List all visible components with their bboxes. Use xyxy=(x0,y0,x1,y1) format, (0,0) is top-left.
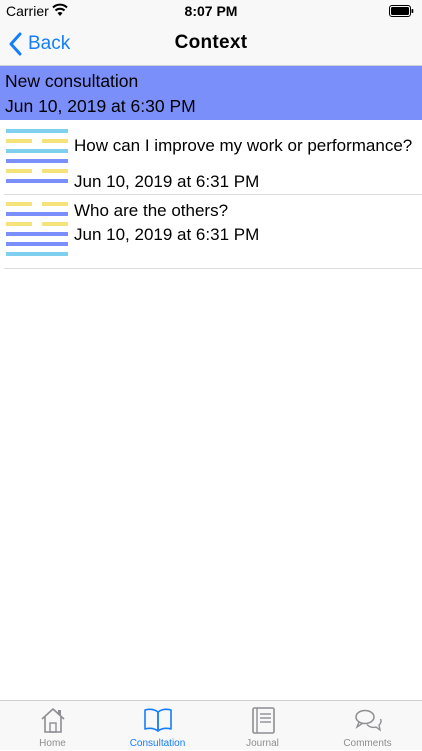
new-consultation-title: New consultation xyxy=(5,71,139,91)
tab-home[interactable]: Home xyxy=(0,701,105,751)
tab-comments[interactable]: Comments xyxy=(315,701,420,751)
consultation-date: Jun 10, 2019 at 6:31 PM xyxy=(74,225,260,244)
list-item[interactable]: How can I improve my work or performance… xyxy=(0,122,422,196)
tab-label: Comments xyxy=(343,738,392,749)
hexagram-icon xyxy=(6,202,68,256)
home-icon xyxy=(41,708,65,733)
navigation-bar: Back Context xyxy=(0,22,422,66)
tab-label: Consultation xyxy=(129,738,186,749)
new-consultation-row[interactable]: New consultation Jun 10, 2019 at 6:30 PM xyxy=(0,66,422,120)
book-icon xyxy=(144,708,172,732)
page-title: Context xyxy=(174,32,248,53)
tab-label: Journal xyxy=(246,738,279,749)
status-time: 8:07 PM xyxy=(184,3,238,19)
tab-label: Home xyxy=(39,738,66,749)
comments-icon xyxy=(355,709,382,732)
status-bar: Carrier 8:07 PM xyxy=(0,0,422,22)
consultation-question: Who are the others? xyxy=(74,201,229,220)
tab-consultation[interactable]: Consultation xyxy=(105,701,210,751)
tab-journal[interactable]: Journal xyxy=(210,701,315,751)
consultation-question: How can I improve my work or performance… xyxy=(74,136,413,155)
row-divider xyxy=(4,268,422,269)
journal-icon xyxy=(252,707,275,734)
list-item[interactable]: Who are the others? Jun 10, 2019 at 6:31… xyxy=(0,195,422,269)
battery-icon xyxy=(389,5,414,17)
tab-bar: Home Consultation Journal Comments xyxy=(0,700,422,750)
hexagram-icon xyxy=(6,129,68,183)
consultation-date: Jun 10, 2019 at 6:31 PM xyxy=(74,172,260,191)
new-consultation-date: Jun 10, 2019 at 6:30 PM xyxy=(5,96,196,116)
